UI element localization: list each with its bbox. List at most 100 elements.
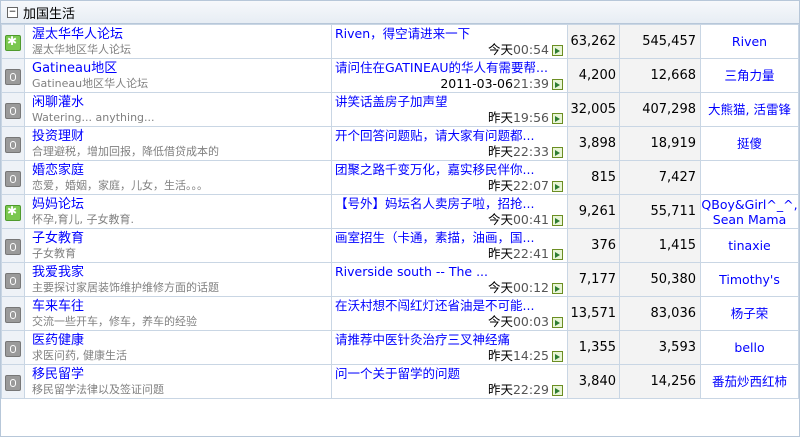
forum-name-cell: 子女教育 子女教育 (24, 228, 332, 263)
forum-status-cell (1, 58, 25, 93)
last-post-cell: 请推荐中医针灸治疗三叉神经痛 昨天14:25 (331, 330, 568, 365)
moderator-link[interactable]: bello (702, 340, 798, 355)
forum-name-link[interactable]: Gatineau地区 (32, 61, 331, 77)
forum-name-link[interactable]: 投资理财 (32, 129, 331, 145)
go-to-last-post-icon[interactable] (552, 112, 563, 124)
last-post-time: 今天00:41 (333, 211, 567, 228)
forum-name-link[interactable]: 闲聊灌水 (32, 95, 331, 111)
moderator-link[interactable]: QBoy&Girl^_^, (702, 197, 798, 212)
forum-description: Gatineau地区华人论坛 (32, 76, 149, 90)
moderators-cell: tinaxie (700, 228, 799, 263)
forum-name-link[interactable]: 渥太华华人论坛 (32, 27, 331, 43)
last-post-title-link[interactable]: Riven，得空请进来一下 (333, 26, 567, 42)
post-count: 12,668 (619, 58, 701, 93)
forum-row: 闲聊灌水 Watering... anything... 讲笑话盖房子加声望 昨天19… (1, 92, 799, 127)
forum-description: Watering... anything... (32, 110, 155, 124)
go-to-last-post-icon[interactable] (552, 78, 563, 90)
forum-name-cell: 医药健康 求医问药, 健康生活 (24, 330, 332, 365)
last-post-title-link[interactable]: 讲笑话盖房子加声望 (333, 94, 567, 110)
forum-name-cell: 移民留学 移民留学法律以及签证问题 (24, 364, 332, 399)
last-post-title-link[interactable]: 请问住在GATINEAU的华人有需要帮... (333, 60, 567, 76)
go-to-last-post-icon[interactable] (552, 316, 563, 328)
last-post-clock: 00:12 (512, 279, 549, 295)
last-post-title-link[interactable]: 请推荐中医针灸治疗三叉神经痛 (333, 332, 567, 348)
forum-status-cell (1, 364, 25, 399)
last-post-time: 今天00:03 (333, 313, 567, 330)
moderator-link[interactable]: 三角力量 (702, 68, 798, 83)
last-post-time: 2011-03-0621:39 (333, 75, 567, 92)
no-new-posts-icon (5, 272, 21, 289)
moderator-link[interactable]: 杨子荣 (702, 306, 798, 321)
last-post-title-link[interactable]: 【号外】妈坛名人卖房子啦，招抢... (333, 196, 567, 212)
forum-description: 渥太华地区华人论坛 (32, 42, 131, 56)
no-new-posts-icon (5, 340, 21, 357)
forum-row: 投资理财 合理避税，增加回报，降低借贷成本的 开个回答问题贴，请大家有问题都... 昨… (1, 126, 799, 161)
moderator-link[interactable]: 挺傻 (702, 136, 798, 151)
forum-status-cell (1, 296, 25, 331)
forum-row: 我爱我家 主要探讨家居装饰维护维修方面的话题 Riverside south -- … (1, 262, 799, 297)
forum-name-link[interactable]: 移民留学 (32, 367, 331, 383)
moderators-cell: 大熊猫, 活雷锋 (700, 92, 799, 127)
go-to-last-post-icon[interactable] (552, 248, 563, 260)
forum-name-cell: 闲聊灌水 Watering... anything... (24, 92, 332, 127)
last-post-day: 2011-03-06 (440, 75, 513, 91)
last-post-title-link[interactable]: 开个回答问题贴，请大家有问题都... (333, 128, 567, 144)
no-new-posts-icon (5, 102, 21, 119)
moderator-link[interactable]: Sean Mama (702, 212, 798, 227)
post-count: 1,415 (619, 228, 701, 263)
go-to-last-post-icon[interactable] (552, 180, 563, 192)
last-post-title-link[interactable]: 问一个关于留学的问题 (333, 366, 567, 382)
forum-table: 渥太华华人论坛渥太华地区华人论坛Riven，得空请进来一下今天00:5463,2… (1, 24, 799, 399)
last-post-clock: 21:39 (512, 75, 549, 91)
forum-name-cell: Gatineau地区 Gatineau地区华人论坛 (24, 58, 332, 93)
go-to-last-post-icon[interactable] (552, 384, 563, 396)
moderators-cell: bello (700, 330, 799, 365)
last-post-title-link[interactable]: Riverside south -- The ... (333, 264, 567, 280)
last-post-cell: Riverside south -- The ... 今天00:12 (331, 262, 568, 297)
last-post-title-link[interactable]: 团聚之路千变万化，嘉实移民伴你... (333, 162, 567, 178)
topic-count: 63,262 (567, 24, 620, 59)
last-post-title-link[interactable]: 画室招生（卡通，素描，油画，国... (333, 230, 567, 246)
forum-status-cell (1, 262, 25, 297)
go-to-last-post-icon[interactable] (552, 214, 563, 226)
last-post-clock: 00:41 (512, 211, 549, 227)
go-to-last-post-icon[interactable] (552, 146, 563, 158)
last-post-day: 昨天 (487, 347, 513, 363)
forum-name-link[interactable]: 子女教育 (32, 231, 331, 247)
topic-count: 1,355 (567, 330, 620, 365)
moderator-link[interactable]: Timothy's (702, 272, 798, 287)
go-to-last-post-icon[interactable] (552, 282, 563, 294)
topic-count: 3,840 (567, 364, 620, 399)
no-new-posts-icon (5, 68, 21, 85)
forum-description: 合理避税，增加回报，降低借贷成本的 (32, 144, 219, 158)
go-to-last-post-icon[interactable] (552, 350, 563, 362)
topic-count: 32,005 (567, 92, 620, 127)
last-post-day: 昨天 (487, 245, 513, 261)
no-new-posts-icon (5, 374, 21, 391)
last-post-clock: 19:56 (512, 109, 549, 125)
last-post-cell: 问一个关于留学的问题 昨天22:29 (331, 364, 568, 399)
last-post-day: 今天 (487, 279, 513, 295)
post-count: 407,298 (619, 92, 701, 127)
moderator-link[interactable]: tinaxie (702, 238, 798, 253)
moderator-link[interactable]: Riven (702, 34, 798, 49)
moderator-link[interactable]: 番茄炒西红柿 (702, 374, 798, 389)
last-post-day: 今天 (487, 41, 513, 57)
last-post-clock: 00:03 (512, 313, 549, 329)
forum-name-link[interactable]: 我爱我家 (32, 265, 331, 281)
forum-status-cell (1, 194, 25, 229)
forum-name-link[interactable]: 婚恋家庭 (32, 163, 331, 179)
go-to-last-post-icon[interactable] (552, 44, 563, 56)
last-post-time: 昨天19:56 (333, 109, 567, 126)
forum-name-link[interactable]: 医药健康 (32, 333, 331, 349)
last-post-title-link[interactable]: 在沃村想不闯红灯还省油是不可能... (333, 298, 567, 314)
forum-name-link[interactable]: 妈妈论坛 (32, 197, 331, 213)
last-post-cell: 团聚之路千变万化，嘉实移民伴你... 昨天22:07 (331, 160, 568, 195)
collapse-toggle-icon[interactable]: − (7, 6, 18, 18)
moderators-cell: 杨子荣 (700, 296, 799, 331)
moderators-cell (700, 160, 799, 195)
forum-name-link[interactable]: 车来车往 (32, 299, 331, 315)
moderator-link[interactable]: 大熊猫, 活雷锋 (702, 102, 798, 117)
forum-status-cell (1, 92, 25, 127)
topic-count: 376 (567, 228, 620, 263)
